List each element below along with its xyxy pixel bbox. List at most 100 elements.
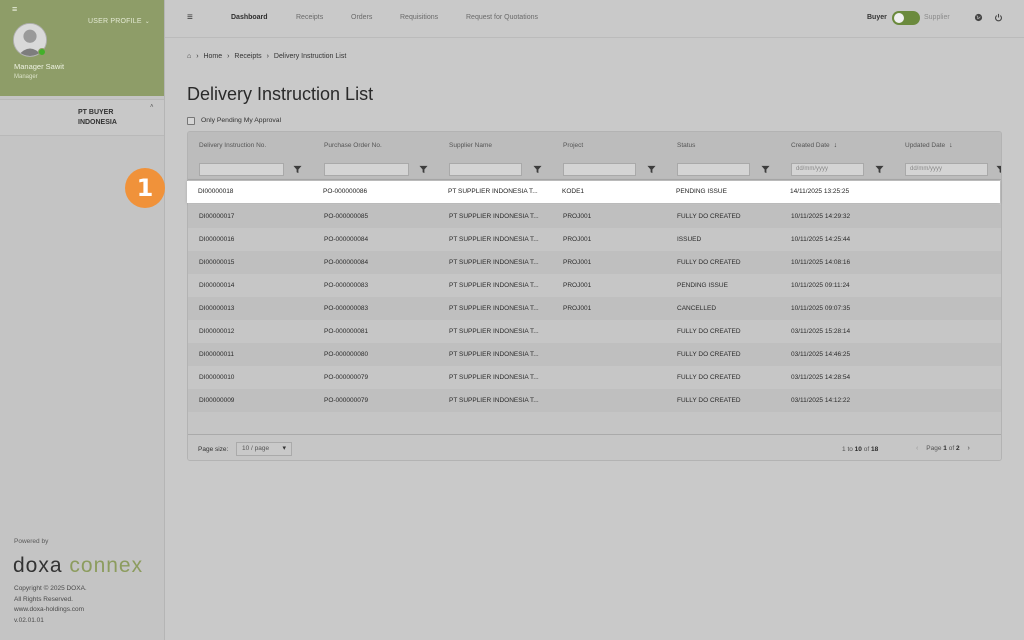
page-size-select[interactable]: 10 / page ▾: [236, 442, 292, 456]
cell-project: PROJ001: [563, 305, 592, 312]
page-title: Delivery Instruction List: [187, 84, 374, 104]
filter-icon[interactable]: [293, 165, 302, 174]
cell-po-no: PO-000000079: [324, 397, 369, 404]
cell-po-no: PO-000000079: [324, 374, 369, 381]
company-selector[interactable]: PT BUYER INDONESIA ˄: [0, 99, 164, 136]
breadcrumb-separator: ›: [227, 53, 230, 60]
sort-down-icon[interactable]: ↓: [949, 142, 953, 149]
cell-status: FULLY DO CREATED: [677, 397, 741, 404]
cell-status: CANCELLED: [677, 305, 717, 312]
user-profile-dropdown[interactable]: USER PROFILE ⌄: [88, 18, 150, 25]
cell-created-date: 10/11/2025 14:25:44: [791, 236, 851, 243]
cell-status: FULLY DO CREATED: [677, 328, 741, 335]
cell-di-no[interactable]: DI00000009: [199, 397, 234, 404]
page-size-value: 10 / page: [242, 445, 270, 452]
home-icon[interactable]: ⌂: [187, 53, 191, 60]
col-header-di-no[interactable]: Delivery Instruction No.: [199, 142, 266, 149]
col-header-project[interactable]: Project: [563, 142, 583, 149]
cell-di-no[interactable]: DI00000010: [199, 374, 234, 381]
filter-icon[interactable]: [533, 165, 542, 174]
globe-icon[interactable]: [974, 13, 983, 22]
cell-di-no[interactable]: DI00000016: [199, 236, 234, 243]
filter-icon[interactable]: [419, 165, 428, 174]
table-row[interactable]: DI00000010 PO-000000079 PT SUPPLIER INDO…: [188, 366, 1001, 389]
cell-di-no[interactable]: DI00000014: [199, 282, 234, 289]
table-row[interactable]: DI00000009 PO-000000079 PT SUPPLIER INDO…: [188, 389, 1001, 412]
prev-page-icon[interactable]: ‹: [916, 445, 918, 452]
breadcrumb-home[interactable]: Home: [203, 53, 222, 60]
col-header-po-no[interactable]: Purchase Order No.: [324, 142, 382, 149]
page-current: 1: [943, 445, 947, 452]
nav-requisitions[interactable]: Requisitions: [400, 14, 438, 21]
rights-text: All Rights Reserved.: [14, 596, 73, 603]
hamburger-menu-icon[interactable]: ≡: [187, 12, 193, 23]
sort-down-icon[interactable]: ↓: [834, 142, 838, 149]
cell-supplier: PT SUPPLIER INDONESIA T...: [448, 188, 538, 195]
cell-di-no[interactable]: DI00000012: [199, 328, 234, 335]
page-of: of: [948, 445, 955, 452]
cell-supplier: PT SUPPLIER INDONESIA T...: [449, 351, 539, 358]
table-row[interactable]: DI00000016 PO-000000084 PT SUPPLIER INDO…: [188, 228, 1001, 251]
col-header-updated-date[interactable]: Updated Date ↓: [905, 142, 953, 149]
cell-status: PENDING ISSUE: [677, 282, 728, 289]
cell-created-date: 03/11/2025 14:28:54: [791, 374, 851, 381]
cell-status: ISSUED: [677, 236, 702, 243]
nav-receipts[interactable]: Receipts: [296, 14, 323, 21]
col-header-created-date[interactable]: Created Date ↓: [791, 142, 837, 149]
pending-approval-checkbox[interactable]: [187, 117, 195, 125]
filter-supplier-input[interactable]: [449, 163, 522, 176]
buyer-label: Buyer: [867, 14, 887, 21]
brand-accent: connex: [69, 554, 144, 577]
range-of: of: [863, 446, 870, 453]
cell-di-no[interactable]: DI00000013: [199, 305, 234, 312]
nav-request-for-quotations[interactable]: Request for Quotations: [466, 14, 538, 21]
table-row[interactable]: DI00000012 PO-000000081 PT SUPPLIER INDO…: [188, 320, 1001, 343]
filter-po-no-input[interactable]: [324, 163, 409, 176]
filter-project-input[interactable]: [563, 163, 636, 176]
toggle-knob: [894, 13, 904, 23]
cell-created-date: 10/11/2025 09:11:24: [791, 282, 850, 289]
cell-po-no: PO-000000083: [324, 305, 369, 312]
nav-orders[interactable]: Orders: [351, 14, 372, 21]
filter-status-input[interactable]: [677, 163, 750, 176]
table-row[interactable]: DI00000011 PO-000000080 PT SUPPLIER INDO…: [188, 343, 1001, 366]
cell-project: PROJ001: [563, 259, 592, 266]
next-page-icon[interactable]: ›: [968, 445, 970, 452]
table-row[interactable]: DI00000017 PO-000000085 PT SUPPLIER INDO…: [188, 205, 1001, 228]
cell-po-no: PO-000000084: [324, 236, 369, 243]
filter-icon[interactable]: [875, 165, 884, 174]
cell-di-no[interactable]: DI00000015: [199, 259, 234, 266]
menu-icon[interactable]: ≡: [12, 4, 17, 14]
table-row[interactable]: DI00000014 PO-000000083 PT SUPPLIER INDO…: [188, 274, 1001, 297]
total-rows: 18: [870, 446, 879, 453]
website-link[interactable]: www.doxa-holdings.com: [14, 606, 84, 613]
role-toggle[interactable]: [892, 11, 920, 25]
filter-created-date-input[interactable]: dd/mm/yyyy: [791, 163, 864, 176]
cell-di-no[interactable]: DI00000011: [199, 351, 234, 358]
pending-approval-label[interactable]: Only Pending My Approval: [201, 117, 281, 124]
step-badge: 1: [125, 168, 165, 208]
user-profile-label: USER PROFILE: [88, 18, 142, 25]
power-icon[interactable]: [994, 13, 1003, 22]
table-row[interactable]: DI00000013 PO-000000083 PT SUPPLIER INDO…: [188, 297, 1001, 320]
breadcrumb-receipts[interactable]: Receipts: [234, 53, 261, 60]
row-count: 1 to 10 of 18: [842, 446, 878, 453]
page-word: Page: [926, 445, 942, 452]
filter-updated-date-input[interactable]: dd/mm/yyyy: [905, 163, 988, 176]
filter-icon[interactable]: [761, 165, 770, 174]
col-header-supplier[interactable]: Supplier Name: [449, 142, 492, 149]
col-header-status[interactable]: Status: [677, 142, 695, 149]
cell-di-no[interactable]: DI00000018: [198, 188, 233, 195]
filter-icon[interactable]: [996, 165, 1002, 174]
table-row[interactable]: DI00000015 PO-000000084 PT SUPPLIER INDO…: [188, 251, 1001, 274]
cell-supplier: PT SUPPLIER INDONESIA T...: [449, 213, 539, 220]
filter-icon[interactable]: [647, 165, 656, 174]
cell-di-no[interactable]: DI00000017: [199, 213, 234, 220]
nav-dashboard[interactable]: Dashboard: [231, 14, 268, 21]
cell-supplier: PT SUPPLIER INDONESIA T...: [449, 236, 539, 243]
sidebar: ≡ USER PROFILE ⌄ Manager Sawit Manager PT…: [0, 0, 165, 640]
created-date-label: Created Date: [791, 142, 830, 149]
table-row-highlighted[interactable]: DI00000018 PO-000000086 PT SUPPLIER INDO…: [187, 181, 1000, 203]
filter-di-no-input[interactable]: [199, 163, 284, 176]
copyright-text: Copyright © 2025 DOXA.: [14, 585, 87, 592]
